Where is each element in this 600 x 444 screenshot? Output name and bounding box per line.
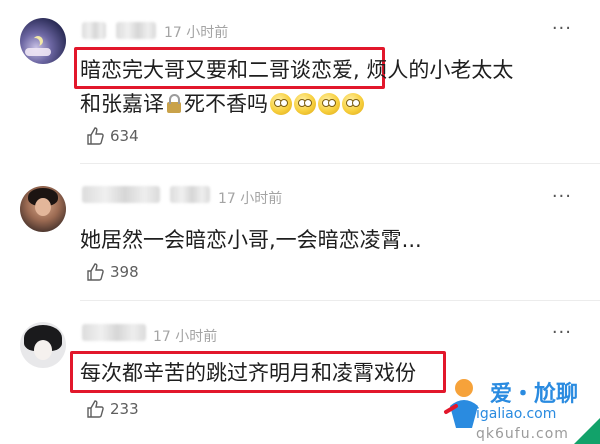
avatar[interactable] bbox=[20, 18, 66, 64]
comment-time: 17 小时前 bbox=[218, 191, 283, 207]
site-watermark: 爱・尬聊 igaliao.com qk6ufu.com bbox=[432, 370, 600, 444]
watermark-url: igaliao.com bbox=[476, 406, 557, 422]
thumb-up-icon bbox=[87, 263, 104, 281]
comment-text-line1: 暗恋完大哥又要和二哥谈恋爱, 烦人的小老太太 bbox=[80, 54, 513, 84]
divider bbox=[80, 300, 600, 301]
like-count: 233 bbox=[110, 400, 139, 418]
username-blurred[interactable] bbox=[82, 186, 160, 203]
comment-text-segment: 和张嘉译 bbox=[80, 92, 164, 116]
like-count: 398 bbox=[110, 263, 139, 281]
more-dots-icon[interactable]: ··· bbox=[552, 186, 572, 207]
comment-text-line2: 和张嘉译 死不香吗 bbox=[80, 88, 364, 118]
thumb-up-icon bbox=[87, 400, 104, 418]
eye-roll-emoji-icon bbox=[342, 93, 364, 115]
like-button[interactable]: 233 bbox=[86, 399, 139, 419]
eye-roll-emoji-icon bbox=[270, 93, 292, 115]
like-button[interactable]: 634 bbox=[86, 126, 139, 146]
avatar-face bbox=[35, 198, 51, 216]
avatar[interactable] bbox=[20, 186, 66, 232]
thumb-up-icon bbox=[87, 127, 104, 145]
watermark-title: 爱・尬聊 bbox=[490, 382, 579, 407]
comment-text-segment: 死不香吗 bbox=[184, 92, 268, 116]
comment-text-rest: 烦人的小老太太 bbox=[359, 58, 514, 82]
more-dots-icon[interactable]: ··· bbox=[552, 18, 572, 39]
divider bbox=[80, 163, 600, 164]
comment-time: 17 小时前 bbox=[164, 25, 229, 41]
username-blurred[interactable] bbox=[116, 22, 156, 39]
highlighted-text: 暗恋完大哥又要和二哥谈恋爱, bbox=[80, 58, 360, 82]
eye-roll-emoji-icon bbox=[294, 93, 316, 115]
comment-text: 她居然一会暗恋小哥,一会暗恋凌霄... bbox=[80, 228, 422, 252]
username-blurred[interactable] bbox=[82, 324, 146, 341]
highlighted-text: 每次都辛苦的跳过齐明月和凌霄戏份 bbox=[80, 361, 416, 385]
like-button[interactable]: 398 bbox=[86, 262, 139, 282]
cloud-decoration bbox=[25, 48, 51, 56]
username-blurred[interactable] bbox=[82, 22, 106, 39]
watermark-corner bbox=[574, 418, 600, 444]
comment-time: 17 小时前 bbox=[153, 329, 218, 345]
avatar[interactable] bbox=[20, 322, 66, 368]
more-dots-icon[interactable]: ··· bbox=[552, 322, 572, 343]
username-blurred[interactable] bbox=[170, 186, 210, 203]
lock-icon bbox=[167, 94, 181, 113]
watermark-url-secondary: qk6ufu.com bbox=[476, 426, 569, 442]
like-count: 634 bbox=[110, 127, 139, 145]
eye-roll-emoji-icon bbox=[318, 93, 340, 115]
avatar-face bbox=[34, 340, 52, 360]
moon-decoration bbox=[30, 38, 40, 48]
